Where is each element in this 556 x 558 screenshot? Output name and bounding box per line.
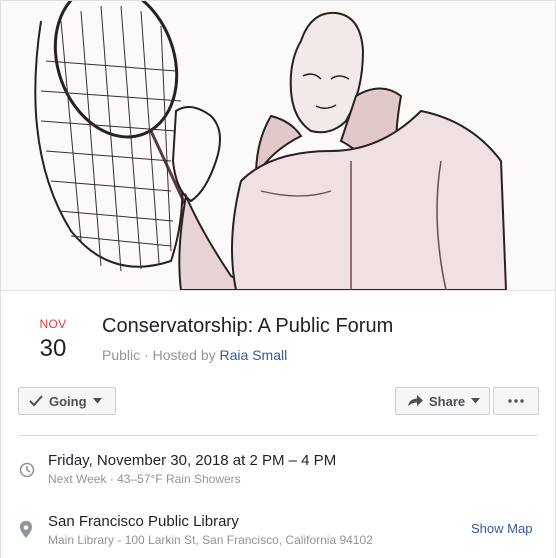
- clock-icon: [19, 462, 35, 478]
- cover-illustration: [1, 1, 555, 290]
- going-button[interactable]: Going: [18, 387, 116, 415]
- event-location-address: Main Library - 100 Larkin St, San Franci…: [48, 533, 373, 547]
- show-map-link[interactable]: Show Map: [471, 521, 532, 536]
- section-divider: [18, 435, 539, 436]
- event-title[interactable]: Conservatorship: A Public Forum: [102, 315, 393, 338]
- more-dots-icon: [508, 399, 524, 403]
- event-date-badge: NOV 30: [23, 317, 83, 363]
- chevron-down-icon: [471, 398, 481, 404]
- event-time[interactable]: Friday, November 30, 2018 at 2 PM – 4 PM: [48, 452, 336, 469]
- event-subtitle: Public · Hosted by Raia Small: [102, 347, 287, 363]
- event-card: NOV 30 Conservatorship: A Public Forum P…: [0, 0, 556, 558]
- chevron-down-icon: [92, 398, 102, 404]
- share-arrow-icon: [408, 395, 423, 407]
- host-link[interactable]: Raia Small: [220, 347, 288, 363]
- checkmark-icon: [29, 395, 43, 407]
- share-button[interactable]: Share: [395, 387, 490, 415]
- hosted-by-text: · Hosted by: [140, 347, 220, 363]
- more-options-button[interactable]: [493, 387, 539, 415]
- map-pin-icon: [20, 521, 32, 538]
- event-privacy: Public: [102, 347, 141, 363]
- event-location-name[interactable]: San Francisco Public Library: [48, 513, 239, 530]
- going-label: Going: [49, 393, 87, 409]
- event-cover-photo[interactable]: [1, 1, 555, 291]
- event-date-month: NOV: [39, 317, 67, 331]
- event-time-weather: Next Week · 43–57°F Rain Showers: [48, 472, 241, 486]
- event-date-day: 30: [39, 335, 67, 362]
- share-label: Share: [429, 393, 466, 409]
